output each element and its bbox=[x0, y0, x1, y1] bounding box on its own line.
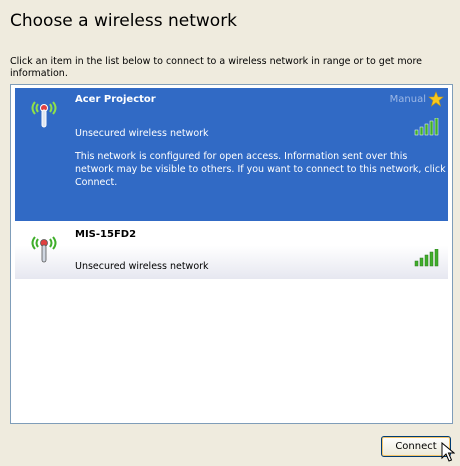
network-item-mis-15fd2[interactable]: MIS-15FD2 Unsecured wireless network bbox=[15, 223, 448, 279]
wireless-antenna-icon bbox=[27, 231, 61, 269]
network-description: This network is configured for open acce… bbox=[75, 151, 446, 188]
network-security-type: Unsecured wireless network bbox=[75, 261, 209, 272]
network-item-acer-projector[interactable]: Acer Projector Manual Unsecured wireless… bbox=[15, 88, 448, 221]
wireless-antenna-icon bbox=[27, 96, 61, 134]
network-tag: Manual bbox=[389, 94, 426, 105]
network-name: Acer Projector bbox=[75, 94, 156, 105]
mouse-cursor-icon bbox=[441, 441, 456, 466]
signal-strength-icon bbox=[414, 248, 440, 271]
network-security-type: Unsecured wireless network bbox=[75, 128, 209, 139]
network-list[interactable]: Acer Projector Manual Unsecured wireless… bbox=[10, 84, 453, 424]
dialog-instructions: Click an item in the list below to conne… bbox=[10, 56, 423, 79]
dialog-title: Choose a wireless network bbox=[10, 11, 238, 31]
star-icon bbox=[428, 91, 444, 111]
signal-strength-icon bbox=[414, 117, 440, 140]
network-name: MIS-15FD2 bbox=[75, 229, 137, 240]
